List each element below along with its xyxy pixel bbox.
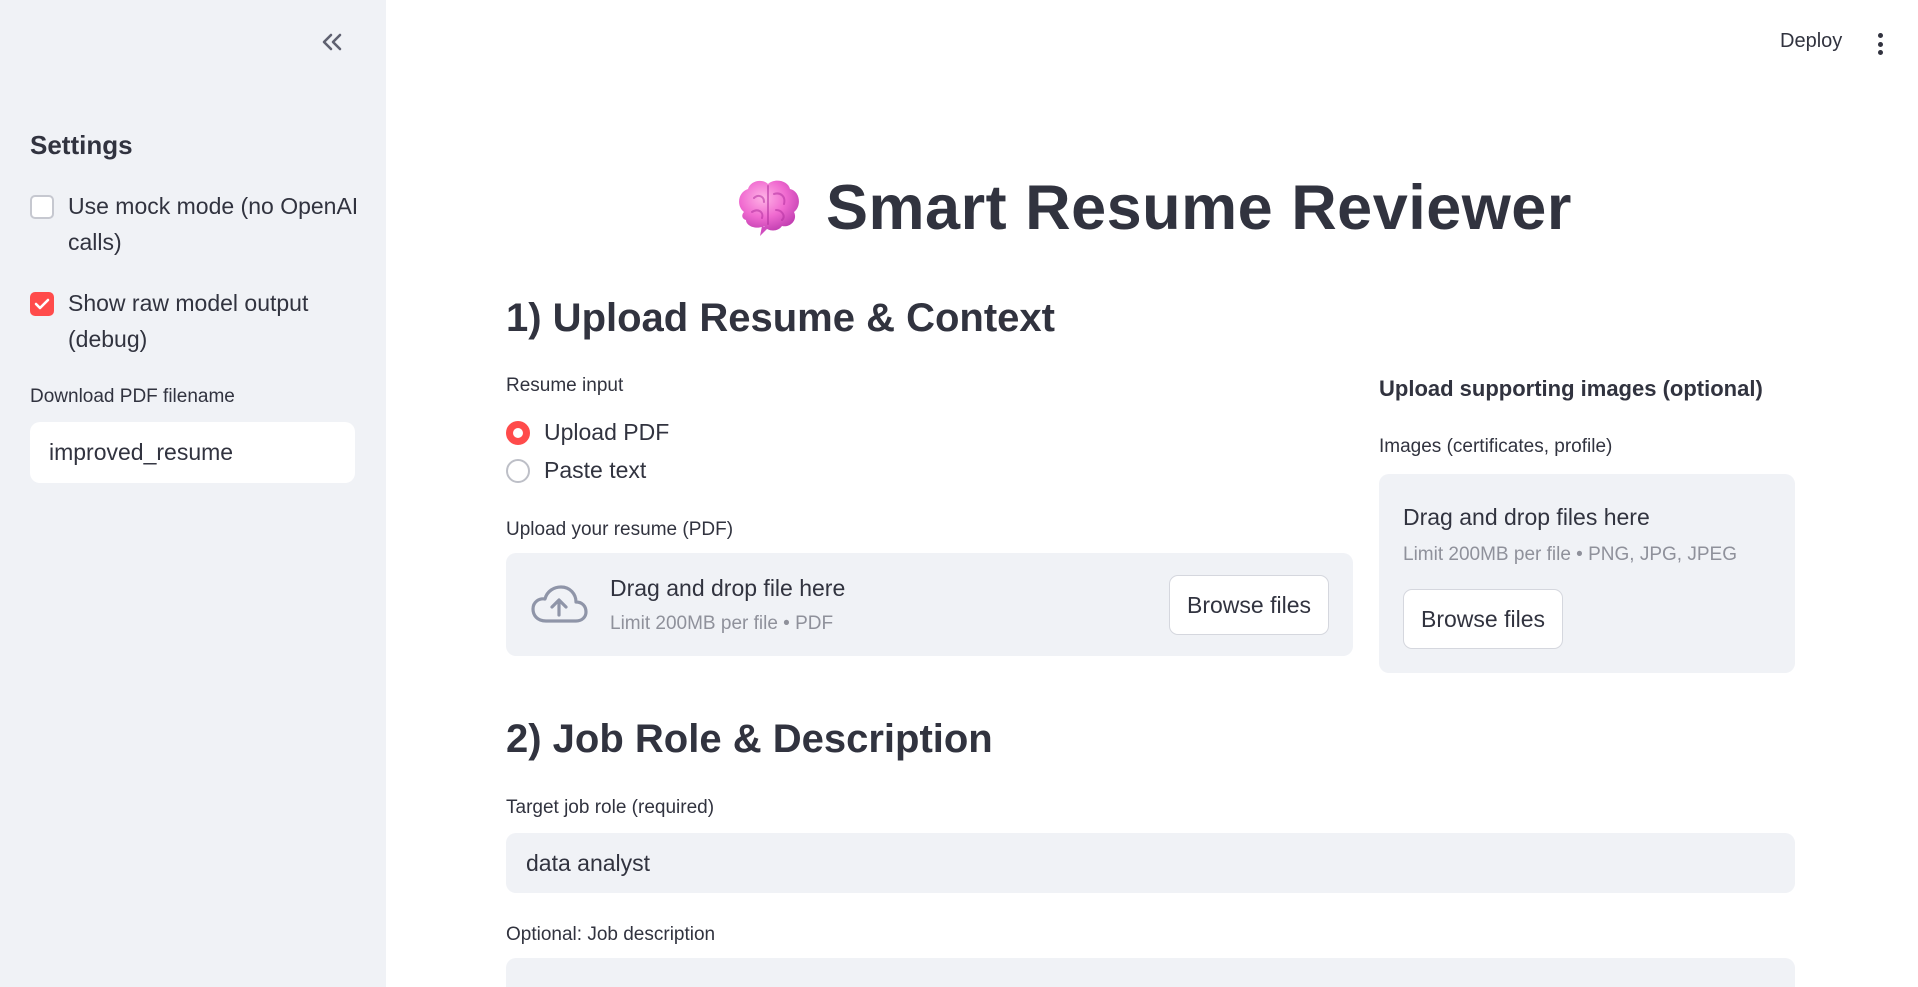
images-dropzone-title: Drag and drop files here	[1403, 504, 1650, 530]
filename-input[interactable]: improved_resume	[30, 422, 355, 483]
job-description-textarea[interactable]	[506, 958, 1795, 987]
browse-images-button[interactable]: Browse files	[1403, 589, 1563, 649]
resume-dropzone-title: Drag and drop file here	[610, 575, 846, 601]
resume-input-label: Resume input	[506, 375, 624, 396]
mock-mode-label: Use mock mode (no OpenAI calls)	[68, 193, 359, 255]
brain-icon	[739, 180, 799, 236]
raw-output-checkbox[interactable]: Show raw model output (debug)	[30, 285, 360, 357]
resume-dropzone[interactable]: Drag and drop file here Limit 200MB per …	[506, 553, 1353, 656]
section-1-heading: 1) Upload Resume & Context	[506, 296, 1055, 340]
double-chevron-left-icon	[322, 33, 342, 51]
main-menu-button[interactable]	[1870, 30, 1890, 58]
radio-upload-pdf[interactable]: Upload PDF	[506, 419, 669, 446]
browse-resume-button[interactable]: Browse files	[1169, 575, 1329, 635]
filename-label: Download PDF filename	[30, 386, 235, 407]
collapse-sidebar-button[interactable]	[316, 26, 348, 58]
job-role-input[interactable]: data analyst	[506, 833, 1795, 893]
checkbox-unchecked-icon[interactable]	[30, 195, 54, 219]
sidebar: Settings Use mock mode (no OpenAI calls)…	[0, 0, 386, 987]
resume-dropzone-subtitle: Limit 200MB per file • PDF	[610, 613, 834, 634]
radio-unselected-icon[interactable]	[506, 458, 530, 483]
images-dropzone-subtitle: Limit 200MB per file • PNG, JPG, JPEG	[1403, 544, 1737, 565]
mock-mode-checkbox[interactable]: Use mock mode (no OpenAI calls)	[30, 188, 360, 260]
radio-selected-icon[interactable]	[506, 420, 530, 445]
checkbox-checked-icon[interactable]	[30, 292, 54, 316]
kebab-dot-icon	[1877, 50, 1883, 55]
job-description-label: Optional: Job description	[506, 924, 716, 945]
raw-output-label: Show raw model output (debug)	[68, 290, 309, 352]
page-title: Smart Resume Reviewer	[734, 172, 1572, 244]
section-2-heading: 2) Job Role & Description	[506, 717, 993, 761]
kebab-dot-icon	[1877, 33, 1883, 38]
cloud-upload-icon	[531, 585, 588, 623]
images-label: Images (certificates, profile)	[1379, 436, 1613, 457]
kebab-dot-icon	[1877, 41, 1883, 47]
upload-resume-label: Upload your resume (PDF)	[506, 519, 734, 540]
radio-paste-text[interactable]: Paste text	[506, 457, 646, 484]
radio-paste-text-label: Paste text	[544, 457, 647, 483]
page-title-text: Smart Resume Reviewer	[826, 173, 1572, 243]
radio-upload-pdf-label: Upload PDF	[544, 419, 670, 445]
sidebar-heading: Settings	[30, 130, 133, 160]
images-heading: Upload supporting images (optional)	[1379, 376, 1763, 401]
job-role-label: Target job role (required)	[506, 797, 715, 818]
images-dropzone[interactable]: Drag and drop files here Limit 200MB per…	[1379, 474, 1795, 673]
deploy-button[interactable]: Deploy	[1780, 30, 1842, 53]
